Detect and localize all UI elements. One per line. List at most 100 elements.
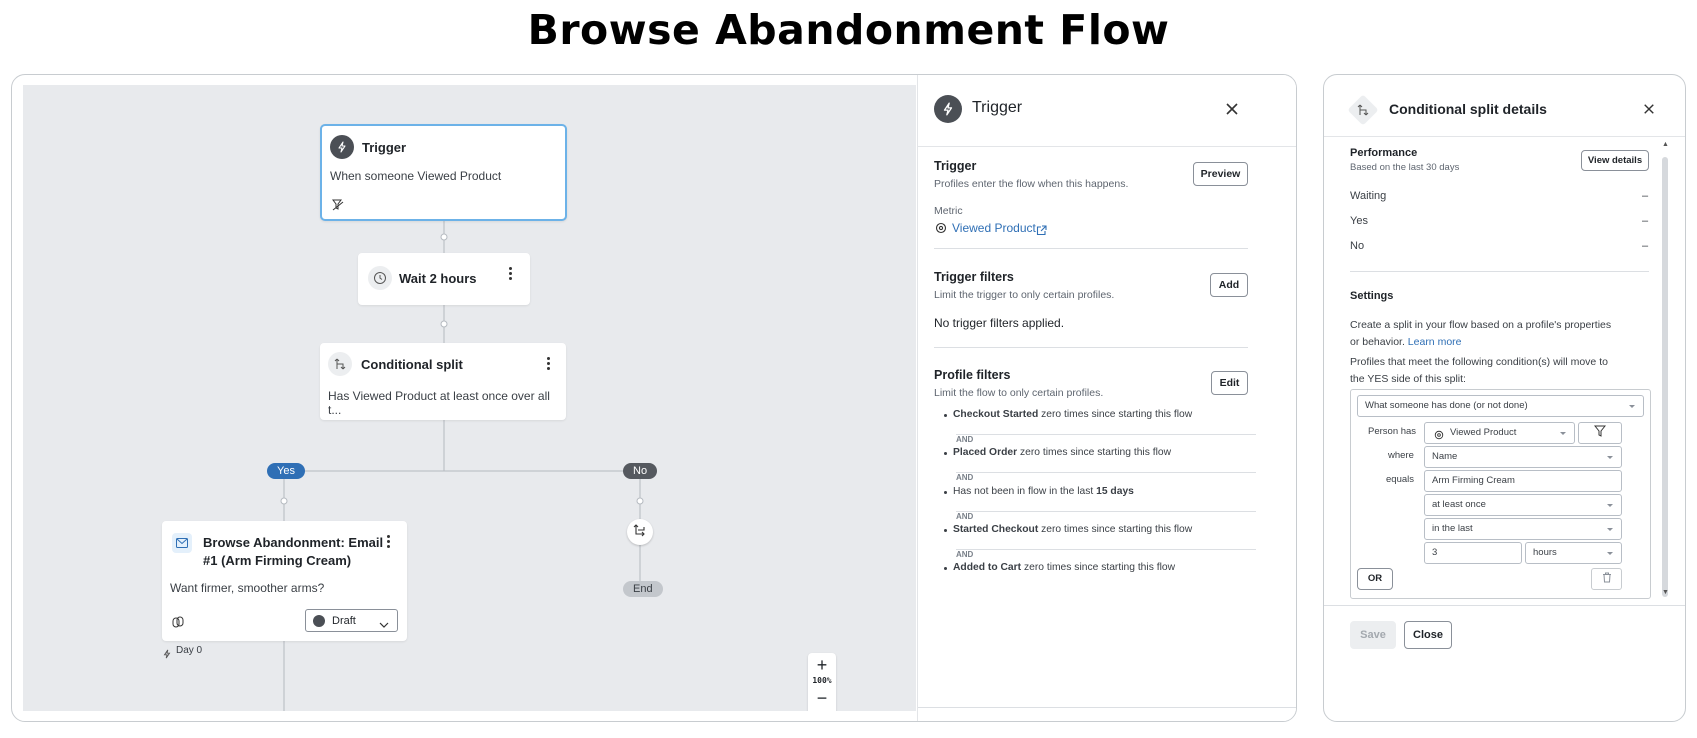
stat-label: No [1350,240,1365,252]
equals-label: equals [1386,474,1414,485]
trigger-node[interactable]: Trigger When someone Viewed Product [320,124,567,221]
zoom-out-button[interactable]: − [808,687,836,709]
wait-node[interactable]: Wait 2 hours [358,253,530,305]
split-node-text: Has Viewed Product at least once over al… [328,389,550,417]
property-select[interactable]: Name [1424,446,1622,468]
time-unit-select[interactable]: hours [1525,542,1622,564]
split-icon [1356,103,1370,122]
wait-node-title: Wait 2 hours [399,271,477,286]
profile-filters-title: Profile filters [934,368,1011,382]
view-details-button[interactable]: View details [1581,150,1649,171]
profile-filter-item: Has not been in flow in the last 15 days [944,486,1134,497]
email-node[interactable]: Browse Abandonment: Email #1 (Arm Firmin… [162,521,407,641]
scroll-up-icon[interactable]: ▲ [1662,141,1669,148]
email-node-title-line2: #1 (Arm Firming Cream) [203,553,352,568]
split-details-close-icon[interactable] [1643,102,1655,120]
flow-editor-window: Trigger When someone Viewed Product Wait… [11,74,1297,722]
preview-button[interactable]: Preview [1193,162,1248,186]
metric-gear-icon [935,221,947,239]
lightning-icon [330,135,354,159]
metric-link[interactable]: Viewed Product [952,221,1036,235]
page-title: Browse Abandonment Flow [527,6,1170,54]
email-node-title-line1: Browse Abandonment: Email [203,535,384,550]
conditional-split-node[interactable]: Conditional split Has Viewed Product at … [320,343,566,420]
clock-icon [368,266,392,290]
chevron-down-icon [379,616,389,634]
frequency-select[interactable]: at least once [1424,494,1622,516]
trigger-panel: Trigger Trigger Profiles enter the flow … [917,75,1296,721]
zoom-control: + 100% − [808,653,836,711]
delete-condition-button[interactable] [1591,568,1622,590]
no-trigger-filters-text: No trigger filters applied. [934,316,1065,330]
external-link-icon[interactable] [1036,223,1047,241]
profile-filter-item: Placed Order zero times since starting t… [943,447,1172,458]
scroll-down-icon[interactable]: ▼ [1662,589,1669,596]
flow-canvas[interactable]: Trigger When someone Viewed Product Wait… [23,85,916,711]
profile-filter-item: Checkout Started zero times since starti… [943,409,1193,420]
zoom-in-button[interactable]: + [808,655,836,675]
branch-arrows-icon [633,523,647,542]
where-label: where [1388,450,1414,461]
email-node-menu-icon[interactable] [380,533,396,549]
split-details-panel: Conditional split details ▲ ▼ Performanc… [1323,74,1686,722]
stat-label: Yes [1350,215,1368,227]
split-details-title: Conditional split details [1389,101,1547,117]
split-details-header: Conditional split details [1324,75,1685,137]
trigger-panel-header: Trigger [918,75,1296,147]
stat-value: – [1642,240,1649,252]
day-label: Day 0 [176,645,203,656]
divider [934,347,1248,348]
and-connector: AND [956,429,1256,444]
and-connector: AND [956,467,1256,482]
trigger-panel-lightning-icon [934,95,962,123]
divider [918,707,1296,708]
condition-type-select[interactable]: What someone has done (or not done) [1357,395,1644,417]
divider [1350,271,1649,272]
condition-builder: What someone has done (or not done) Pers… [1350,389,1651,599]
learn-more-link[interactable]: Learn more [1408,336,1462,348]
add-split-step-button[interactable] [627,519,653,545]
profile-filter-item: Started Checkout zero times since starti… [943,524,1193,535]
time-count-input[interactable]: 3 [1424,542,1522,564]
scrollbar[interactable] [1662,157,1668,597]
metric-select[interactable]: Viewed Product [1424,422,1575,444]
split-node-menu-icon[interactable] [540,355,556,371]
trigger-filters-subtitle: Limit the trigger to only certain profil… [934,289,1115,301]
trigger-panel-title: Trigger [972,99,1023,116]
profile-filter-item: Added to Cart zero times since starting … [943,562,1176,573]
zoom-level: 100% [812,676,832,685]
metric-filter-button[interactable] [1578,422,1622,444]
time-range-select[interactable]: in the last [1424,518,1622,540]
or-button[interactable]: OR [1357,568,1393,590]
divider [934,248,1248,249]
and-connector: AND [956,506,1256,521]
trigger-node-title: Trigger [362,140,407,155]
settings-description-line1: Create a split in your flow based on a p… [1350,319,1612,331]
metric-label: Metric [934,205,963,217]
trigger-node-text: When someone Viewed Product [330,169,502,183]
add-trigger-filter-button[interactable]: Add [1210,273,1248,297]
end-label: End [623,581,663,597]
stat-value: – [1642,190,1649,202]
no-branch-label: No [623,463,658,479]
email-status-value: Draft [332,615,356,627]
edit-profile-filters-button[interactable]: Edit [1211,371,1248,395]
day-lightning-icon [162,646,172,664]
split-icon [328,352,352,376]
condition-intro-line2: the YES side of this split: [1350,373,1466,385]
close-button[interactable]: Close [1404,621,1452,649]
trigger-section-subtitle: Profiles enter the flow when this happen… [934,178,1129,190]
trigger-panel-close-icon[interactable] [1225,102,1239,121]
email-node-text: Want firmer, smoother arms? [170,581,325,595]
save-button[interactable]: Save [1350,621,1396,649]
mail-icon [172,533,192,553]
trash-icon [1602,570,1612,588]
split-node-title: Conditional split [361,357,463,372]
email-status-select[interactable]: Draft [305,609,398,632]
wait-node-menu-icon[interactable] [502,265,518,281]
stat-value: – [1642,215,1649,227]
property-value-input[interactable]: Arm Firming Cream [1424,470,1622,492]
filter-off-icon [332,198,344,216]
filter-icon [1593,424,1607,442]
condition-intro-line1: Profiles that meet the following conditi… [1350,356,1608,368]
